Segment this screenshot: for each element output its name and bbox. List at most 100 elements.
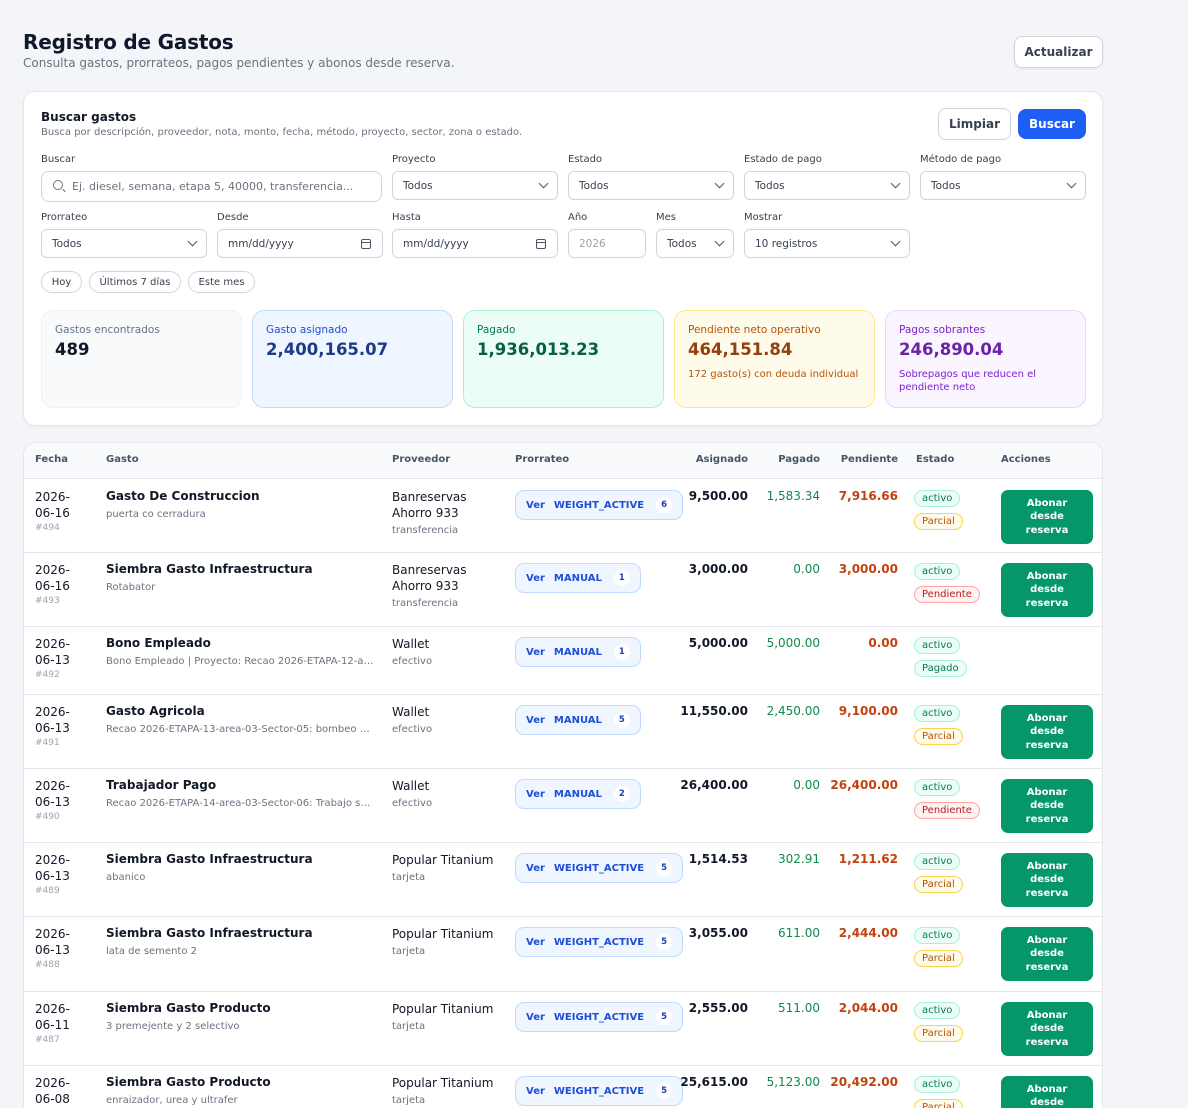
chevron-down-icon	[890, 236, 901, 247]
search-input[interactable]: Ej. diesel, semana, etapa 5, 40000, tran…	[41, 171, 382, 202]
proyecto-select[interactable]: Todos	[392, 171, 558, 200]
row-date-year: 2026-	[35, 637, 70, 651]
row-prorrateo-button[interactable]: Ver WEIGHT_ACTIVE 6	[515, 490, 684, 520]
chip-hoy[interactable]: Hoy	[41, 271, 82, 293]
row-prorrateo-button[interactable]: Ver WEIGHT_ACTIVE 5	[515, 1076, 684, 1106]
row-provider-name: Popular Titanium	[392, 927, 494, 941]
row-date-day: 06-13	[35, 795, 70, 809]
ver-label: Ver	[526, 1085, 545, 1097]
stat-label: Gastos encontrados	[55, 324, 160, 336]
row-date-day: 06-08	[35, 1092, 70, 1106]
abonar-desde-reserva-button[interactable]: Abonar desde reserva	[1001, 927, 1093, 981]
col-acciones: Acciones	[1001, 454, 1051, 465]
metodo-pago-label: Método de pago	[920, 154, 1002, 165]
prorrateo-type: MANUAL	[553, 572, 602, 584]
row-provider: Popular Titanium tarjeta	[392, 1075, 502, 1108]
abonar-desde-reserva-button[interactable]: Abonar desde reserva	[1001, 490, 1093, 544]
col-proveedor: Proveedor	[392, 454, 451, 465]
row-prorrateo-button[interactable]: Ver MANUAL 1	[515, 563, 641, 593]
table-row: 2026- 06-11 #487 Siembra Gasto Producto 3 pr…	[24, 992, 1102, 1066]
row-pagado: 5,000.00	[766, 636, 820, 650]
abonar-desde-reserva-button[interactable]: Abonar desde reserva	[1001, 853, 1093, 907]
chevron-down-icon	[1066, 178, 1077, 189]
row-id: #494	[35, 523, 60, 533]
row-title: Trabajador Pago	[106, 778, 217, 792]
row-payment-method: tarjeta	[392, 1095, 426, 1106]
stat-gasto-asignado: Gasto asignado 2,400,165.07	[252, 310, 453, 408]
status-badge: activo	[914, 853, 961, 870]
row-pendiente: 0.00	[868, 636, 898, 650]
col-gasto: Gasto	[106, 454, 139, 465]
estado-select[interactable]: Todos	[568, 171, 734, 200]
hasta-date-input[interactable]: mm/dd/yyyy	[392, 229, 558, 258]
status-badge: activo	[914, 779, 961, 796]
abonar-desde-reserva-button[interactable]: Abonar desde reserva	[1001, 705, 1093, 759]
col-pagado: Pagado	[778, 454, 820, 465]
row-prorrateo-button[interactable]: Ver WEIGHT_ACTIVE 5	[515, 927, 684, 957]
prorrateo-count: 6	[656, 497, 673, 513]
row-date-year: 2026-	[35, 705, 70, 719]
row-date: 2026- 06-16 #494	[35, 489, 70, 535]
row-provider: Wallet efectivo	[392, 636, 502, 670]
calendar-icon[interactable]	[361, 239, 371, 249]
anio-input[interactable]: 2026	[568, 229, 646, 258]
row-prorrateo-button[interactable]: Ver WEIGHT_ACTIVE 5	[515, 1002, 684, 1032]
clear-button[interactable]: Limpiar	[938, 108, 1011, 140]
prorrateo-count: 5	[656, 934, 673, 950]
ver-label: Ver	[526, 1011, 545, 1023]
refresh-button[interactable]: Actualizar	[1014, 36, 1103, 68]
search-button[interactable]: Buscar	[1018, 109, 1086, 139]
stat-pagado: Pagado 1,936,013.23	[463, 310, 664, 408]
row-prorrateo-button[interactable]: Ver MANUAL 2	[515, 779, 641, 809]
desde-date-input[interactable]: mm/dd/yyyy	[217, 229, 383, 258]
estado-pago-select[interactable]: Todos	[744, 171, 910, 200]
row-id: #490	[35, 812, 60, 822]
calendar-icon[interactable]	[536, 239, 546, 249]
row-date: 2026- 06-13 #490	[35, 778, 70, 824]
mes-select[interactable]: Todos	[656, 229, 734, 258]
row-pendiente: 2,444.00	[838, 926, 898, 940]
ver-label: Ver	[526, 572, 545, 584]
abonar-desde-reserva-button[interactable]: Abonar desde reserva	[1001, 779, 1093, 833]
abonar-desde-reserva-button[interactable]: Abonar desde reserva	[1001, 563, 1093, 617]
row-prorrateo-button[interactable]: Ver MANUAL 5	[515, 705, 641, 735]
payment-status-badge: Parcial	[914, 950, 963, 967]
stat-note: 172 gasto(s) con deuda individual	[688, 369, 859, 380]
abonar-desde-reserva-button[interactable]: Abonar desde reserva	[1001, 1002, 1093, 1056]
row-asignado: 2,555.00	[688, 1001, 748, 1015]
row-date-year: 2026-	[35, 563, 70, 577]
desde-value: mm/dd/yyyy	[228, 237, 294, 250]
row-provider-name: Popular Titanium	[392, 1002, 494, 1016]
chevron-down-icon	[714, 178, 725, 189]
row-payment-method: transferencia	[392, 598, 459, 609]
search-icon	[53, 180, 63, 190]
row-provider: Banreservas Ahorro 933 transferencia	[392, 562, 502, 612]
row-description: 3 premejente y 2 selectivo	[106, 1021, 240, 1032]
prorrateo-type: WEIGHT_ACTIVE	[553, 499, 645, 511]
metodo-pago-value: Todos	[931, 179, 961, 192]
stat-value: 1,936,013.23	[477, 340, 600, 359]
row-title: Siembra Gasto Producto	[106, 1001, 271, 1015]
row-id: #493	[35, 596, 60, 606]
chip-este-mes[interactable]: Este mes	[188, 271, 255, 293]
row-description: Bono Empleado | Proyecto: Recao 2026-ETA…	[106, 656, 376, 667]
row-title: Siembra Gasto Producto	[106, 1075, 271, 1089]
stat-pendiente-neto: Pendiente neto operativo 464,151.84 172 …	[674, 310, 875, 408]
metodo-pago-select[interactable]: Todos	[920, 171, 1086, 200]
prorrateo-select[interactable]: Todos	[41, 229, 207, 258]
payment-status-badge: Parcial	[914, 728, 963, 745]
chip-ultimos-7-dias[interactable]: Últimos 7 días	[89, 271, 181, 293]
prorrateo-count: 5	[656, 860, 673, 876]
row-provider: Popular Titanium tarjeta	[392, 852, 502, 886]
row-date: 2026- 06-13 #492	[35, 636, 70, 682]
row-date-year: 2026-	[35, 853, 70, 867]
row-prorrateo-button[interactable]: Ver MANUAL 1	[515, 637, 641, 667]
table-row: 2026-06-08#486Siembra Gasto Productoenra…	[24, 1066, 1102, 1108]
chevron-down-icon	[714, 236, 725, 247]
row-provider-name: Wallet	[392, 705, 430, 719]
abonar-desde-reserva-button[interactable]: Abonar desde reserva	[1001, 1076, 1093, 1108]
row-prorrateo-button[interactable]: Ver WEIGHT_ACTIVE 5	[515, 853, 684, 883]
row-pagado: 511.00	[778, 1001, 820, 1015]
mostrar-select[interactable]: 10 registros	[744, 229, 910, 258]
row-title: Gasto Agricola	[106, 704, 205, 718]
